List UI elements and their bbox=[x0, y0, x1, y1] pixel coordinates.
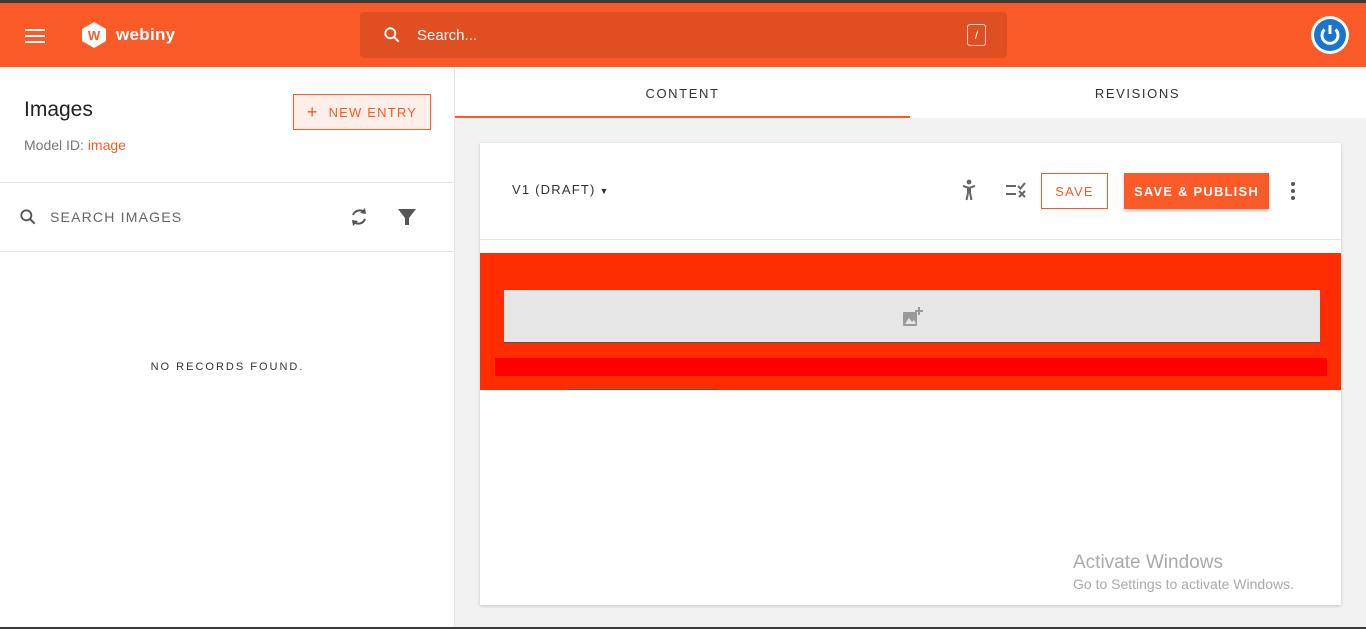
global-search-input[interactable]: Search... / bbox=[360, 12, 1007, 58]
revision-label: V1 (DRAFT) bbox=[512, 182, 596, 197]
divider bbox=[0, 251, 455, 252]
save-and-publish-button[interactable]: SAVE & PUBLISH bbox=[1124, 173, 1269, 209]
top-app-bar: W webiny Search... / bbox=[0, 0, 1366, 67]
caret-down-icon: ▼ bbox=[599, 186, 610, 196]
entry-form-card: V1 (DRAFT) ▼ SAVE SAVE & PUBLISH bbox=[480, 143, 1341, 605]
form-toolbar: V1 (DRAFT) ▼ SAVE SAVE & PUBLISH bbox=[480, 143, 1341, 240]
model-id-label: Model ID: bbox=[24, 137, 84, 153]
new-entry-button[interactable]: + NEW ENTRY bbox=[293, 94, 431, 130]
redacted-field-area bbox=[480, 253, 1341, 390]
brand-name: webiny bbox=[116, 25, 176, 44]
watermark-title: Activate Windows bbox=[1073, 552, 1223, 573]
new-entry-label: NEW ENTRY bbox=[328, 104, 418, 120]
save-button[interactable]: SAVE bbox=[1041, 173, 1108, 209]
filter-icon[interactable] bbox=[396, 205, 418, 229]
power-icon bbox=[1320, 25, 1340, 45]
divider bbox=[0, 182, 455, 183]
field-underline bbox=[568, 389, 718, 390]
add-photo-icon bbox=[903, 307, 923, 326]
menu-icon[interactable] bbox=[25, 29, 45, 43]
svg-text:W: W bbox=[88, 28, 101, 43]
search-images-placeholder: SEARCH IMAGES bbox=[50, 209, 183, 225]
entries-list-panel: Images Model ID: image + NEW ENTRY SEARC… bbox=[0, 67, 455, 629]
search-icon bbox=[384, 27, 400, 43]
webiny-logo[interactable]: W webiny bbox=[80, 20, 175, 50]
search-shortcut-key: / bbox=[967, 24, 986, 46]
entry-editor-panel: CONTENT REVISIONS V1 (DRAFT) ▼ SAVE SAVE… bbox=[455, 67, 1366, 629]
model-id: Model ID: image bbox=[24, 137, 126, 153]
webiny-hex-icon: W bbox=[82, 22, 106, 48]
editor-tabs: CONTENT REVISIONS bbox=[455, 67, 1366, 118]
search-images-input[interactable]: SEARCH IMAGES bbox=[18, 204, 318, 230]
more-options-icon[interactable] bbox=[1283, 181, 1303, 201]
accessibility-person-icon[interactable] bbox=[958, 179, 980, 201]
watermark-subtitle: Go to Settings to activate Windows. bbox=[1073, 576, 1294, 592]
empty-state-text: NO RECORDS FOUND. bbox=[150, 361, 305, 373]
model-id-value: image bbox=[87, 137, 126, 153]
user-avatar[interactable] bbox=[1311, 16, 1349, 54]
tab-revisions[interactable]: REVISIONS bbox=[910, 67, 1365, 118]
redaction-band bbox=[495, 358, 1327, 376]
tab-content[interactable]: CONTENT bbox=[455, 67, 910, 118]
search-placeholder: Search... bbox=[417, 27, 478, 44]
page-title: Images bbox=[24, 98, 93, 121]
plus-icon: + bbox=[306, 102, 319, 122]
activate-windows-watermark: Activate Windows Go to Settings to activ… bbox=[1073, 552, 1294, 592]
refresh-icon[interactable] bbox=[347, 205, 371, 229]
rule-checklist-icon[interactable] bbox=[1004, 179, 1028, 201]
search-icon bbox=[20, 209, 36, 225]
image-upload-field[interactable] bbox=[504, 290, 1320, 343]
revision-selector[interactable]: V1 (DRAFT) ▼ bbox=[512, 182, 610, 197]
